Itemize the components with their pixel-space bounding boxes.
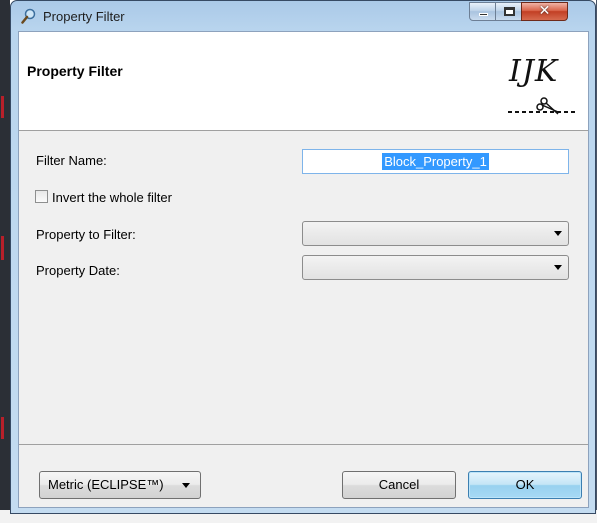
desktop-background-left xyxy=(0,0,10,523)
minimize-icon xyxy=(479,13,488,16)
property-date-label: Property Date: xyxy=(36,263,120,278)
chevron-down-icon xyxy=(554,265,562,270)
dialog-header: Property Filter IJK xyxy=(19,32,588,131)
close-button[interactable]: ✕ xyxy=(521,2,568,21)
dialog-client-area: Property Filter IJK Filter Name: Block_P… xyxy=(18,31,589,508)
scissors-icon xyxy=(508,97,578,115)
close-icon: ✕ xyxy=(538,3,551,19)
units-label: Metric (ECLIPSE™) xyxy=(48,477,164,492)
title-bar[interactable]: Property Filter ✕ xyxy=(11,1,595,31)
property-to-filter-label: Property to Filter: xyxy=(36,227,136,242)
logo-text: IJK xyxy=(509,54,559,89)
cancel-button[interactable]: Cancel xyxy=(342,471,456,499)
footer-divider xyxy=(19,444,588,445)
window-title: Property Filter xyxy=(43,9,125,24)
invert-filter-label[interactable]: Invert the whole filter xyxy=(52,190,172,205)
filter-name-input[interactable]: Block_Property_1 xyxy=(302,149,569,174)
property-to-filter-select[interactable] xyxy=(302,221,569,246)
minimize-button[interactable] xyxy=(469,2,496,21)
maximize-icon xyxy=(504,7,515,16)
header-title: Property Filter xyxy=(27,63,123,79)
chevron-down-icon xyxy=(554,231,562,236)
property-date-select[interactable] xyxy=(302,255,569,280)
filter-name-label: Filter Name: xyxy=(36,153,107,168)
magnifier-icon xyxy=(21,8,36,24)
filter-name-value: Block_Property_1 xyxy=(382,153,489,170)
invert-filter-checkbox[interactable] xyxy=(35,190,48,203)
units-dropdown-button[interactable]: Metric (ECLIPSE™) xyxy=(39,471,201,499)
dialog-window: Property Filter ✕ Property Filter IJK Fi… xyxy=(10,0,596,514)
ok-button[interactable]: OK xyxy=(468,471,582,499)
chevron-down-icon xyxy=(182,483,190,488)
maximize-button[interactable] xyxy=(495,2,522,21)
ijk-logo: IJK xyxy=(504,54,582,126)
